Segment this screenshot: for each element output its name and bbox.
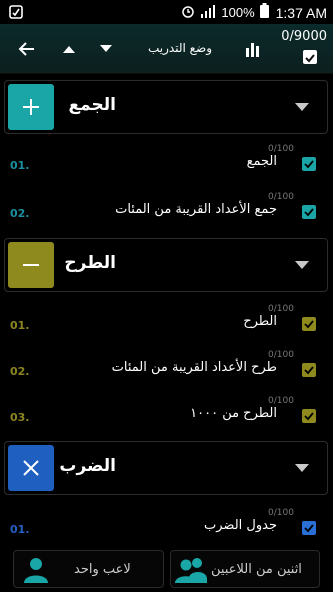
item-checkbox[interactable] — [302, 205, 316, 219]
bottom-bar: لاعب واحد اثنين من اللاعبين — [0, 548, 333, 592]
item-checkbox[interactable] — [302, 317, 316, 331]
list-item[interactable]: 02. جمع الأعداد القريبة من المئات 0/100 — [0, 188, 333, 234]
list-item[interactable]: 01. الجمع 0/100 — [0, 140, 333, 186]
chevron-down-icon[interactable] — [295, 261, 309, 269]
battery-percent: 100% — [221, 5, 255, 20]
select-all-checkbox[interactable] — [303, 50, 317, 64]
list-item[interactable]: 03. الطرح من ١٠٠٠ 0/100 — [0, 392, 333, 438]
status-bar: 100% 1:37 AM — [0, 0, 333, 24]
two-players-button[interactable]: اثنين من اللاعبين — [170, 550, 320, 588]
plus-icon — [8, 84, 54, 130]
item-label: جدول الضرب — [204, 518, 277, 533]
android-icon — [8, 4, 24, 20]
item-score: 0/100 — [268, 192, 294, 202]
item-score: 0/100 — [268, 144, 294, 154]
back-arrow-icon[interactable] — [14, 36, 38, 62]
item-checkbox[interactable] — [302, 409, 316, 423]
item-checkbox[interactable] — [302, 363, 316, 377]
category-subtraction[interactable]: الطرح — [4, 238, 328, 292]
two-players-label: اثنين من اللاعبين — [211, 562, 302, 577]
single-player-button[interactable]: لاعب واحد — [13, 550, 164, 588]
category-addition[interactable]: الجمع — [4, 80, 328, 134]
item-score: 0/100 — [268, 350, 294, 360]
item-checkbox[interactable] — [302, 157, 316, 171]
person-icon — [22, 555, 50, 587]
clock: 1:37 AM — [275, 4, 327, 21]
item-label: طرح الأعداد القريبة من المئات — [111, 360, 277, 375]
signal-icon — [200, 4, 216, 22]
minus-icon — [8, 242, 54, 288]
item-label: الطرح من ١٠٠٠ — [190, 406, 277, 421]
item-score: 0/100 — [268, 508, 294, 518]
item-score: 0/100 — [268, 396, 294, 406]
category-title: الضرب — [59, 456, 116, 476]
battery-icon — [259, 3, 269, 22]
category-title: الجمع — [68, 95, 116, 115]
progress-counter: 0/9000 — [281, 29, 327, 44]
category-multiplication[interactable]: الضرب — [4, 441, 328, 495]
item-number: 01. — [10, 523, 30, 536]
people-icon — [175, 555, 207, 587]
item-number: 03. — [10, 411, 30, 424]
item-label: جمع الأعداد القريبة من المئات — [115, 202, 277, 217]
item-number: 01. — [10, 319, 30, 332]
item-checkbox[interactable] — [302, 521, 316, 535]
category-title: الطرح — [64, 253, 116, 273]
chevron-down-icon[interactable] — [295, 103, 309, 111]
sort-down-icon[interactable] — [95, 36, 117, 62]
alarm-icon — [181, 4, 195, 22]
list-item[interactable]: 02. طرح الأعداد القريبة من المئات 0/100 — [0, 346, 333, 392]
item-number: 01. — [10, 159, 30, 172]
item-number: 02. — [10, 365, 30, 378]
toolbar: وضع التدريب 0/9000 — [0, 24, 333, 74]
item-score: 0/100 — [268, 304, 294, 314]
item-label: الطرح — [243, 314, 277, 329]
list-item[interactable]: 01. جدول الضرب 0/100 — [0, 504, 333, 550]
stats-chart-icon[interactable] — [242, 36, 264, 62]
item-number: 02. — [10, 207, 30, 220]
item-label: الجمع — [246, 154, 277, 169]
toolbar-title: وضع التدريب — [147, 41, 212, 55]
single-player-label: لاعب واحد — [74, 562, 131, 577]
times-icon — [8, 445, 54, 491]
chevron-down-icon[interactable] — [295, 464, 309, 472]
sort-up-icon[interactable] — [58, 36, 80, 62]
list-item[interactable]: 01. الطرح 0/100 — [0, 300, 333, 346]
